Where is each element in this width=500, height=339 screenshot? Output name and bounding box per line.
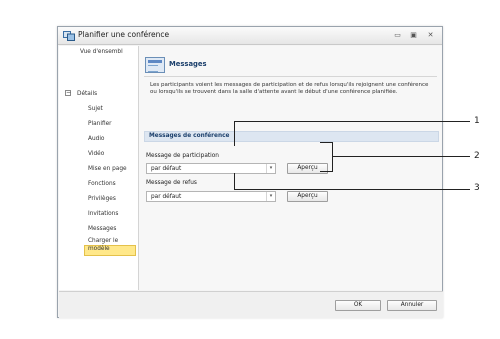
subsection-title: Messages de conférence [149, 133, 230, 139]
sidebar-item-video[interactable]: Vidéo [88, 151, 104, 157]
refusal-message-select[interactable]: par défaut ▾ [146, 191, 276, 202]
participation-preview-button[interactable]: Aperçu [287, 163, 328, 174]
cancel-button[interactable]: Annuler [387, 300, 437, 311]
messages-description: Les participants voient les messages de … [150, 82, 429, 95]
page-title: Messages [169, 60, 207, 68]
window-title: Planifier une conférence [78, 30, 170, 39]
refusal-message-label: Message de refus [146, 180, 197, 186]
callout-3-leader-vertical [234, 173, 235, 190]
sidebar-item-messages[interactable]: Messages [88, 226, 116, 232]
callout-2-leader [332, 156, 470, 157]
callout-1-leader-vertical [234, 121, 235, 146]
callout-3-number: 3 [474, 183, 480, 193]
participation-message-value: par défaut [151, 166, 182, 172]
sidebar-item-fonctions[interactable]: Fonctions [88, 181, 116, 187]
sidebar-item-invitations[interactable]: Invitations [88, 211, 118, 217]
sidebar-item-charger-le-modele-line2[interactable]: modèle [88, 246, 110, 252]
sidebar-item-audio[interactable]: Audio [88, 136, 104, 142]
refusal-preview-button[interactable]: Aperçu [287, 191, 328, 202]
callout-2-bracket-bottom [320, 171, 333, 172]
participation-message-select[interactable]: par défaut ▾ [146, 163, 276, 174]
sidebar-item-planifier[interactable]: Planifier [88, 121, 112, 127]
collapse-toggle-icon[interactable]: − [65, 90, 71, 96]
sidebar-item-charger-le-modele[interactable]: Charger le [88, 238, 118, 244]
callout-2-bracket-top [320, 142, 333, 143]
minimize-button[interactable]: ▭ [392, 30, 403, 41]
sidebar-item-sujet[interactable]: Sujet [88, 106, 103, 112]
chevron-down-icon[interactable]: ▾ [266, 192, 275, 201]
schedule-conference-window: Planifier une conférence ▭ ▣ ✕ Vue d'ens… [57, 26, 443, 318]
sidebar-item-vue-d-ensemble[interactable]: Vue d'ensembl [80, 49, 123, 55]
maximize-button[interactable]: ▣ [408, 30, 419, 41]
refusal-message-value: par défaut [151, 194, 182, 200]
app-icon [63, 31, 75, 41]
callout-1-leader [234, 121, 470, 122]
sidebar-nav: Vue d'ensembl − Détails Sujet Planifier … [59, 46, 139, 290]
sidebar-item-privileges[interactable]: Privilèges [88, 196, 116, 202]
callout-1-number: 1 [474, 116, 480, 126]
participation-message-label: Message de participation [146, 153, 219, 159]
ok-button[interactable]: OK [335, 300, 381, 311]
sidebar-item-mise-en-page[interactable]: Mise en page [88, 166, 127, 172]
sidebar-item-details[interactable]: Détails [77, 91, 97, 97]
callout-2-number: 2 [474, 151, 480, 161]
messages-panel: Messages Les participants voient les mes… [139, 46, 442, 290]
callout-3-leader [234, 189, 470, 190]
messages-icon [145, 57, 165, 73]
dialog-footer: OK Annuler [59, 291, 443, 318]
close-button[interactable]: ✕ [425, 30, 436, 41]
header-divider [144, 76, 437, 77]
title-bar[interactable]: Planifier une conférence ▭ ▣ ✕ [58, 27, 442, 45]
chevron-down-icon[interactable]: ▾ [266, 164, 275, 173]
